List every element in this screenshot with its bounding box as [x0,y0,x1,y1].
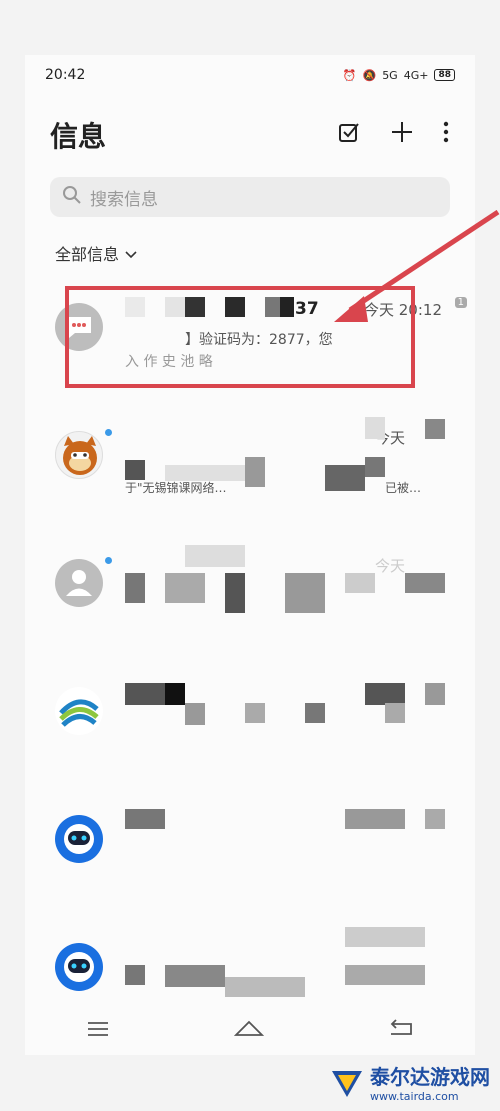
preview-line-1: 于"无锡锦课网络… [125,481,227,495]
watermark-brand: 泰尔达游戏网 [370,1065,490,1089]
status-icons: ⏰ 🔕 5G 4G+ 88 [343,69,455,82]
robot-avatar [55,943,103,991]
system-navbar [25,1005,475,1055]
cartoon-avatar [55,431,103,479]
mute-icon: 🔕 [362,68,377,82]
status-bar: 20:42 ⏰ 🔕 5G 4G+ 88 [25,55,475,95]
home-icon[interactable] [233,1018,265,1043]
china-mobile-avatar [55,687,103,735]
list-item[interactable]: 今天 [25,533,475,661]
plus-icon[interactable] [390,120,414,151]
arrow-annotation [334,210,500,322]
phone-screen: 20:42 ⏰ 🔕 5G 4G+ 88 信息 搜索信息 全部信息 37 今天 2… [25,55,475,1055]
back-icon[interactable] [389,1018,413,1043]
preview-line-2: 已被… [385,481,422,495]
filter-dropdown[interactable]: 全部信息 [55,241,137,265]
header-actions [338,120,450,151]
person-avatar [55,559,103,607]
chevron-down-icon [125,244,137,263]
signal-4g: 4G+ [403,68,429,82]
search-placeholder: 搜索信息 [90,189,158,210]
alarm-icon: ⏰ [342,68,357,82]
unread-dot [105,557,112,564]
message-preview: 于"无锡锦课网络… 已被… [125,477,445,499]
robot-avatar [55,815,103,863]
battery-icon: 88 [434,69,455,81]
message-list: 37 今天 20:12 1 】验证码为：2877，您 入 作 史 池 略 今天 … [25,277,475,1045]
watermark: 泰尔达游戏网 www.tairda.com [330,1061,490,1103]
status-time: 20:42 [45,67,86,83]
list-item[interactable] [25,661,475,789]
header: 信息 [50,113,450,157]
more-vert-icon[interactable] [442,120,450,151]
menu-icon[interactable] [87,1018,109,1043]
search-icon [62,185,82,210]
select-checkbox-icon[interactable] [338,120,362,151]
list-item[interactable] [25,789,475,917]
list-item[interactable]: 今天 于"无锡锦课网络… 已被… [25,405,475,533]
message-time: 今天 [374,557,405,575]
signal-5g: 5G [382,68,398,82]
filter-label: 全部信息 [55,245,120,264]
page-title: 信息 [50,120,107,153]
watermark-url: www.tairda.com [370,1090,459,1103]
logo-icon [332,1071,362,1097]
unread-dot [105,429,112,436]
